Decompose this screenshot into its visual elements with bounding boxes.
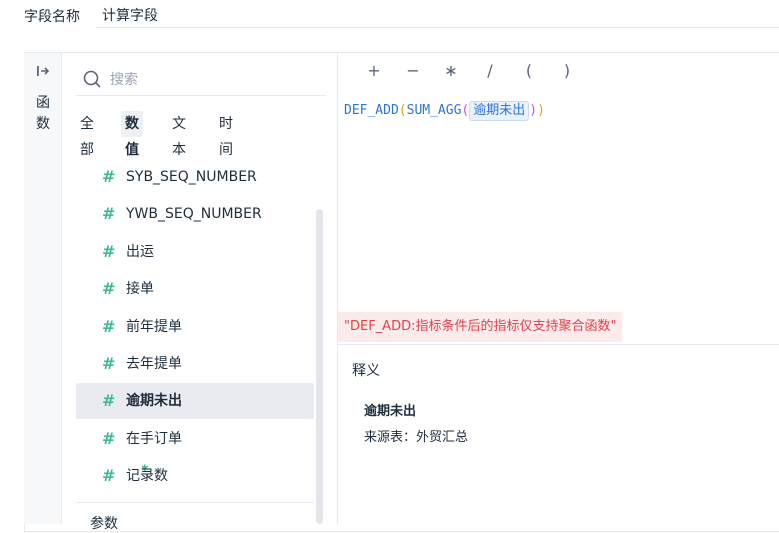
function-rail-label[interactable]: 函数 [35, 93, 51, 135]
field-item-ywb-seq-number[interactable]: # YWB_SEQ_NUMBER [76, 196, 314, 232]
field-sidebar: 全部 数值 文本 时间 # SYB_SEQ_NUMBER # YWB_SEQ_N… [62, 53, 338, 532]
list-divider [76, 502, 314, 503]
formula-paren: ( [398, 103, 407, 118]
operator-toolbar: + − ∗ / ( ) [338, 53, 779, 91]
minus-operator-button[interactable]: − [403, 61, 423, 80]
field-item-record-count[interactable]: # ✱ 记录数 [76, 458, 314, 494]
field-item-shipped[interactable]: # 出运 [76, 234, 314, 270]
field-item-label: 接单 [126, 281, 154, 297]
hash-icon: # [102, 204, 116, 223]
hash-icon: # [102, 242, 116, 261]
tab-all[interactable]: 全部 [76, 111, 98, 158]
formula-error-message: "DEF_ADD:指标条件后的指标仅支持聚合函数" [338, 312, 623, 342]
search-input[interactable] [108, 67, 312, 93]
field-item-label: 逾期未出 [126, 393, 182, 409]
description-field-name: 逾期未出 [364, 404, 417, 419]
field-name-input[interactable] [96, 2, 779, 28]
expand-right-icon[interactable] [35, 63, 51, 79]
formula-inner-function: SUM_AGG [406, 103, 462, 118]
field-item-label: 在手订单 [126, 431, 182, 447]
plus-operator-button[interactable]: + [364, 61, 384, 80]
function-rail: 函数 [24, 53, 62, 524]
formula-editor[interactable]: DEF_ADD(SUM_AGG(逾期未出)) [344, 100, 545, 122]
field-item-label: 记录数 [126, 468, 168, 484]
field-name-label: 字段名称 [24, 9, 80, 25]
hash-star-icon: # ✱ [102, 464, 149, 485]
field-item-bills-two-years-ago[interactable]: # 前年提单 [76, 309, 314, 345]
params-group-header[interactable]: 参数 [90, 513, 118, 533]
description-divider [338, 344, 779, 345]
formula-field-chip[interactable]: 逾期未出 [469, 101, 530, 121]
description-source-table: 来源表：外贸汇总 [364, 430, 469, 445]
field-item-label: 出运 [126, 244, 154, 260]
formula-outer-function: DEF_ADD [344, 103, 399, 118]
formula-paren: ) [537, 103, 545, 118]
hash-icon: # [102, 391, 116, 410]
field-item-bills-last-year[interactable]: # 去年提单 [76, 346, 314, 382]
hash-icon: # [102, 279, 116, 298]
divide-operator-button[interactable]: / [480, 61, 500, 80]
field-name-row: 字段名称 [0, 0, 779, 30]
field-item-orders-received[interactable]: # 接单 [76, 271, 314, 307]
search-icon [83, 70, 101, 88]
field-item-label: SYB_SEQ_NUMBER [126, 169, 257, 185]
field-item-orders-on-hand[interactable]: # 在手订单 [76, 421, 314, 457]
hash-icon: # [102, 429, 116, 448]
sidebar-scrollbar[interactable] [316, 209, 323, 524]
open-paren-button[interactable]: ( [519, 61, 539, 80]
hash-icon: # [102, 167, 116, 186]
field-item-syb-seq-number[interactable]: # SYB_SEQ_NUMBER [76, 159, 314, 195]
tab-time[interactable]: 时间 [215, 111, 237, 158]
formula-paren: ( [461, 103, 470, 118]
close-paren-button[interactable]: ) [557, 61, 577, 80]
description-title: 释义 [352, 363, 380, 379]
field-item-overdue[interactable]: # 逾期未出 [76, 383, 314, 419]
field-search [76, 65, 326, 96]
field-item-label: 前年提单 [126, 319, 182, 335]
multiply-operator-button[interactable]: ∗ [441, 61, 461, 80]
hash-icon: # [102, 317, 116, 336]
hash-icon: # [102, 354, 116, 373]
tab-number[interactable]: 数值 [121, 111, 143, 158]
formula-paren: ) [529, 103, 538, 118]
tab-text[interactable]: 文本 [168, 111, 190, 158]
field-item-label: 去年提单 [126, 356, 182, 372]
field-item-label: YWB_SEQ_NUMBER [126, 206, 262, 222]
